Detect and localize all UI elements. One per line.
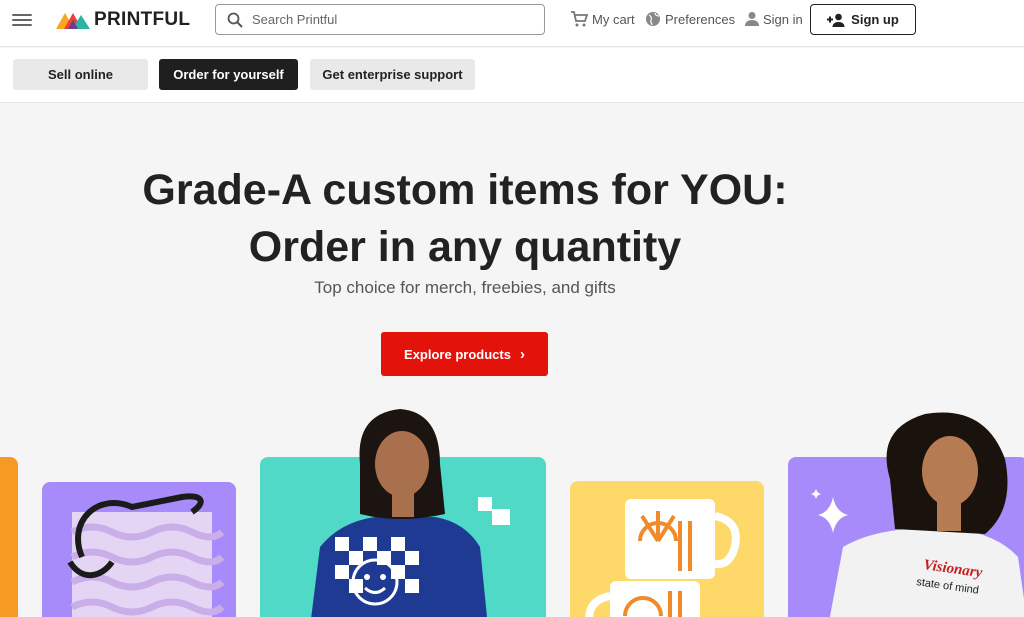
product-tile-mug[interactable] — [570, 481, 764, 617]
product-tile-tote-bag[interactable] — [42, 482, 236, 617]
model-portrait-1 — [359, 409, 445, 519]
headline-line-2: Order in any quantity — [248, 223, 682, 271]
hamburger-menu-icon[interactable] — [12, 11, 32, 29]
tab-label: Sell online — [47, 67, 113, 82]
tab-label: Order for yourself — [173, 67, 284, 82]
logo-mountains-icon — [56, 13, 90, 29]
preferences-link[interactable]: Preferences — [645, 11, 735, 27]
hero-headline: Grade-A custom items for YOU: Order in a… — [0, 162, 930, 276]
globe-icon — [646, 12, 660, 26]
top-navigation-bar: PRINTFUL My cart Preferences Sign in — [0, 0, 1024, 47]
search-box[interactable] — [215, 4, 545, 35]
search-input[interactable] — [252, 12, 512, 27]
cart-icon — [571, 11, 588, 27]
signin-label: Sign in — [763, 11, 803, 27]
signup-button[interactable]: Sign up — [810, 4, 916, 35]
add-user-icon — [827, 13, 845, 27]
printful-logo[interactable]: PRINTFUL — [56, 9, 190, 31]
preferences-label: Preferences — [665, 11, 736, 27]
tab-label: Get enterprise support — [322, 67, 463, 82]
signin-link[interactable]: Sign in — [745, 11, 803, 27]
user-icon — [745, 12, 759, 26]
cart-link[interactable]: My cart — [570, 11, 635, 27]
tab-sell-online[interactable]: Sell online — [13, 59, 148, 90]
cta-label: Explore products — [404, 346, 511, 362]
cart-label: My cart — [592, 11, 635, 27]
hero-section: Grade-A custom items for YOU: Order in a… — [0, 104, 1024, 617]
mug-image — [585, 499, 740, 617]
hero-subtitle: Top choice for merch, freebies, and gift… — [314, 278, 616, 297]
tote-bag-image — [67, 493, 225, 617]
logo-text: PRINTFUL — [94, 9, 191, 30]
explore-products-button[interactable]: Explore products › — [381, 332, 548, 376]
signup-label: Sign up — [851, 12, 899, 27]
model-portrait-2 — [886, 412, 1008, 534]
chevron-right-icon: › — [519, 345, 525, 363]
tab-enterprise-support[interactable]: Get enterprise support — [310, 59, 475, 90]
audience-tabs: Sell online Order for yourself Get enter… — [0, 48, 1024, 103]
headline-line-1: Grade-A custom items for YOU: — [142, 166, 788, 214]
product-tile-orange[interactable] — [0, 457, 18, 617]
search-icon — [227, 12, 243, 28]
tab-order-for-yourself[interactable]: Order for yourself — [159, 59, 298, 90]
